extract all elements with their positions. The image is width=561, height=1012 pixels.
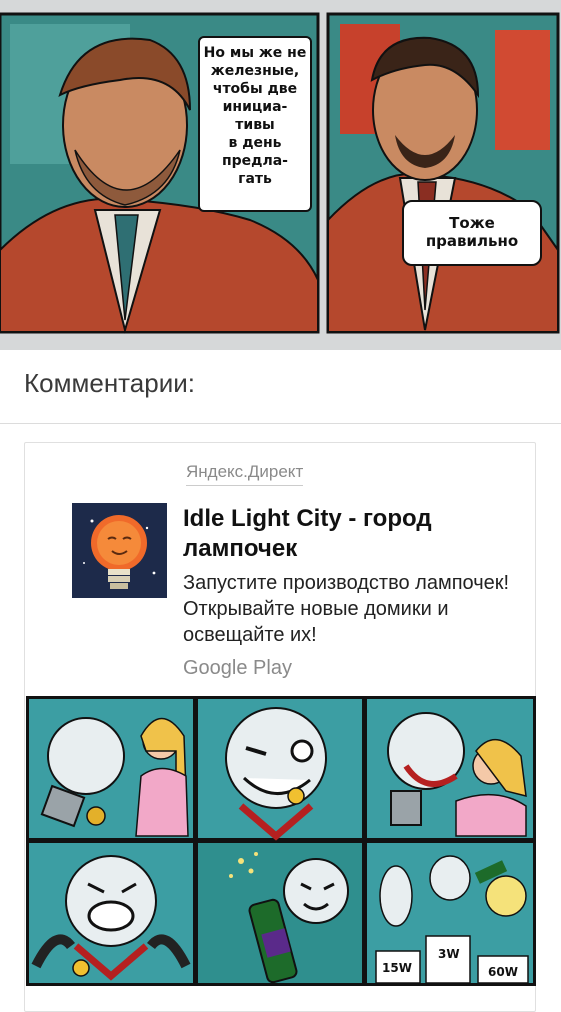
ad-banner-image[interactable]: 15W 3W 60W (26, 696, 536, 986)
ad-store-label[interactable]: Google Play (183, 657, 292, 680)
bubble-line: предла- (221, 153, 288, 169)
bubble-line: гать (238, 171, 272, 187)
speech-bubble-left: Но мы же не железные, чтобы две инициа- … (198, 36, 312, 212)
wattage-label: 15W (382, 961, 412, 975)
divider (0, 423, 561, 424)
bubble-line: инициа- (222, 99, 288, 115)
bubble-line: в день (228, 135, 282, 151)
ad-description[interactable]: Запустите производство лампочек! Открыва… (183, 570, 523, 648)
speech-bubble-right: Тоже правильно (402, 200, 542, 266)
bubble-line: чтобы две (212, 81, 298, 97)
comic-image: Но мы же не железные, чтобы две инициа- … (0, 0, 561, 350)
comments-heading: Комментарии: (24, 368, 195, 398)
ad-source-link[interactable]: Яндекс.Директ (186, 462, 304, 486)
bubble-line: Но мы же не (203, 45, 307, 61)
bubble-line: железные, (210, 63, 300, 79)
app-icon[interactable] (72, 503, 167, 598)
ad-title-link[interactable]: Idle Light City - город лампочек (183, 504, 503, 564)
bubble-line: тивы (235, 117, 275, 133)
wattage-label: 60W (488, 965, 518, 979)
wattage-label: 3W (438, 947, 460, 961)
